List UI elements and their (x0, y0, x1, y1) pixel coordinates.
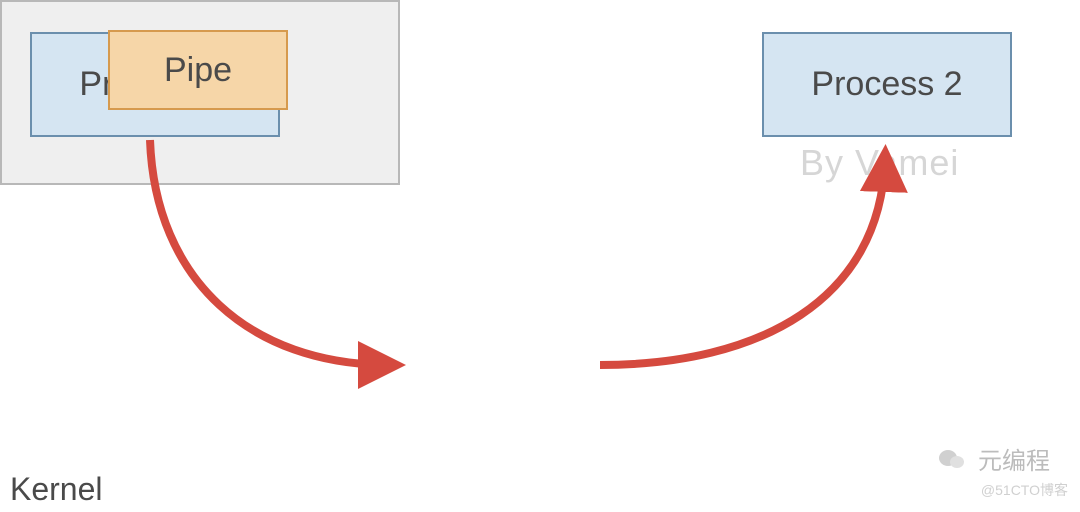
watermark-yuanbiancheng-text: 元编程 (978, 448, 1050, 475)
process-2-label: Process 2 (811, 65, 962, 104)
pipe-box: Pipe (108, 30, 288, 110)
wechat-icon (939, 448, 965, 477)
watermark-51cto: @51CTO博客 (981, 480, 1068, 500)
kernel-label: Kernel (10, 471, 103, 508)
watermark-yuanbiancheng: 元编程 (939, 441, 1050, 477)
pipe-label: Pipe (164, 51, 232, 90)
process-2-box: Process 2 (762, 32, 1012, 137)
arrow-pipe-to-process2 (600, 160, 885, 365)
watermark-by-vamei: By Vamei (800, 142, 959, 184)
